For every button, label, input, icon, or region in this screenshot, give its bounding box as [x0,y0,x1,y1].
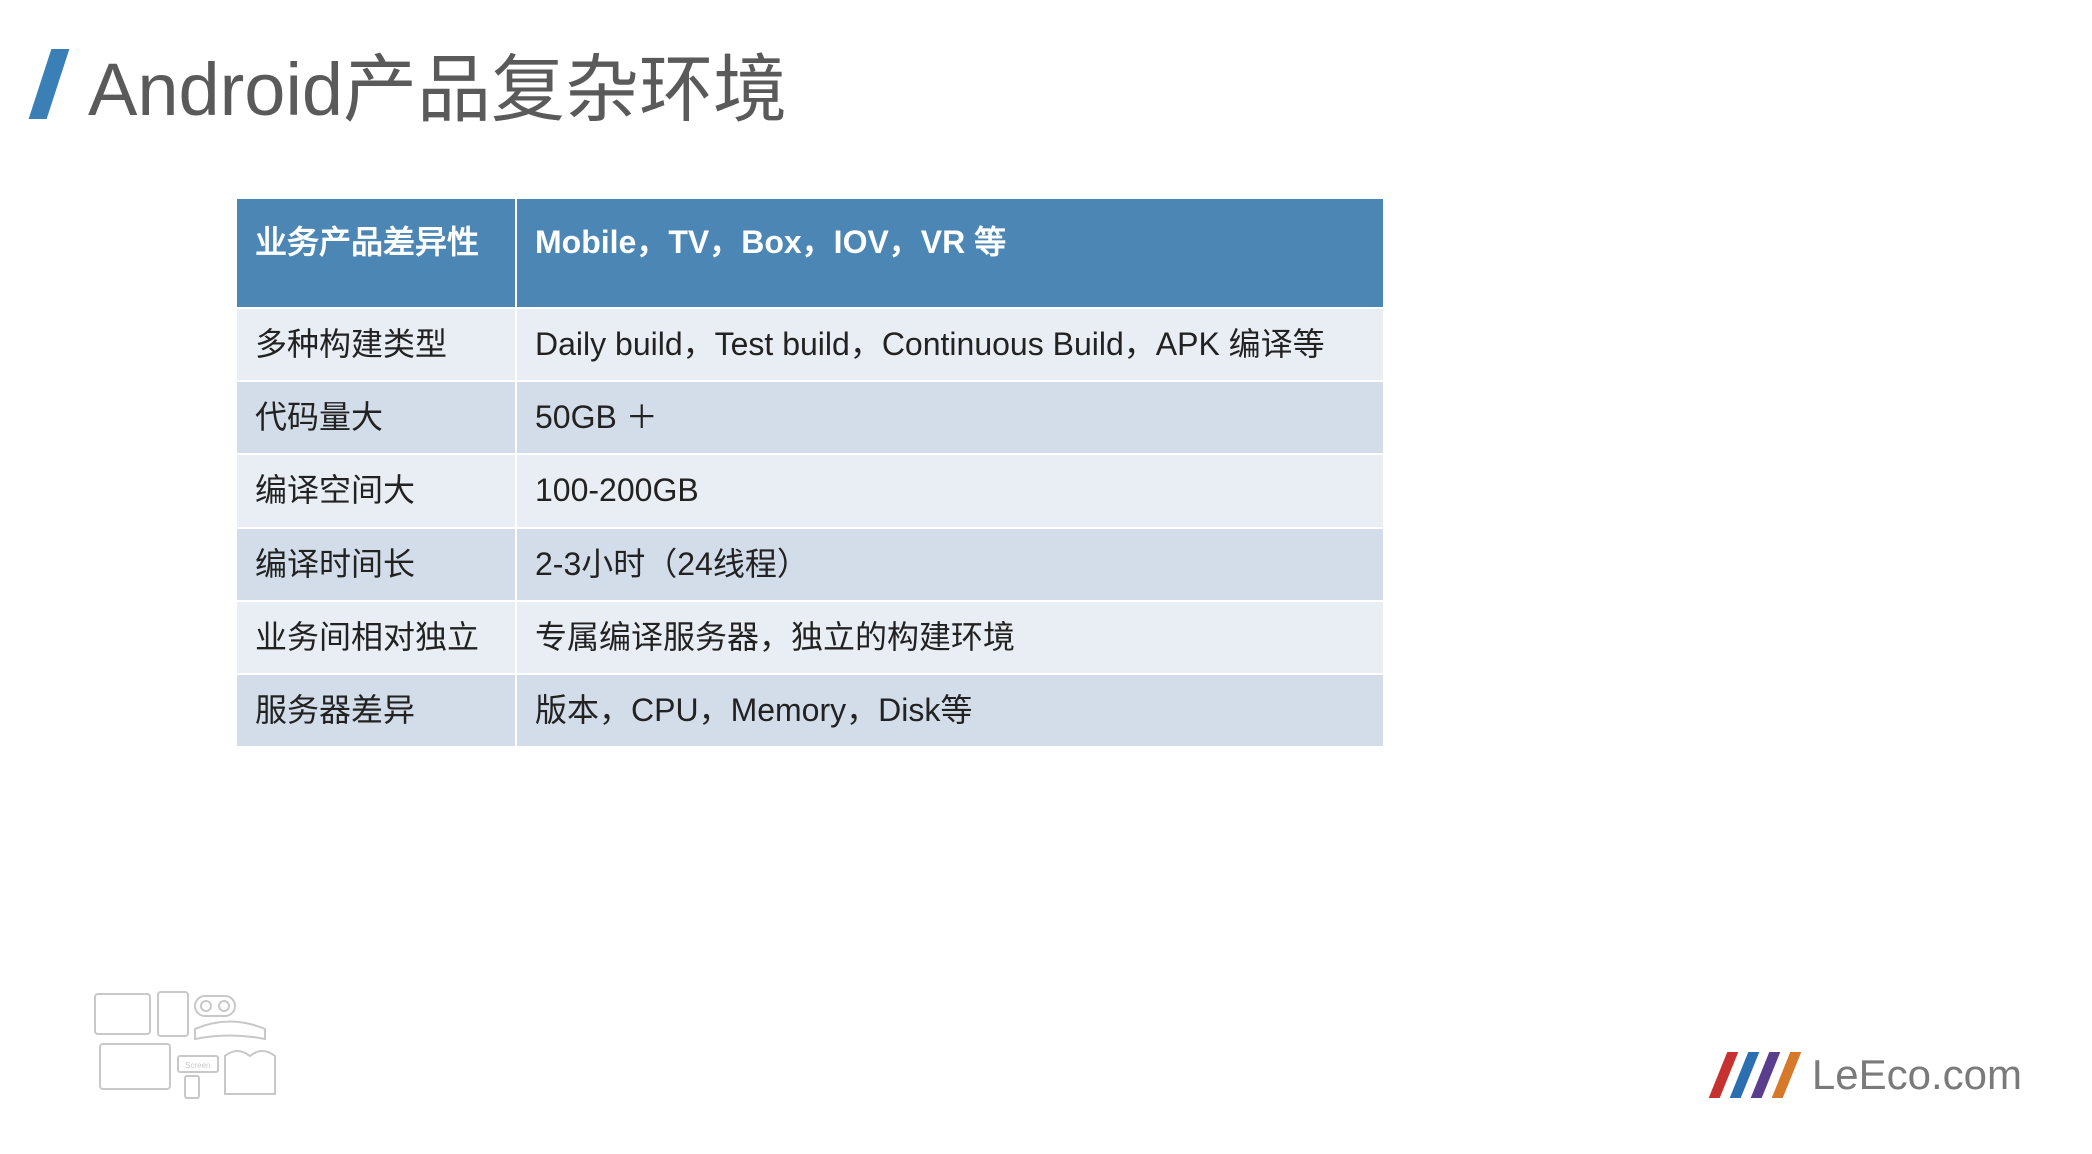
footer-brand: LeEco.com [1718,1051,2022,1099]
svg-text:Screen: Screen [185,1061,210,1070]
brand-text: LeEco.com [1812,1051,2022,1099]
content-table-wrap: 业务产品差异性 Mobile，TV，Box，IOV，VR 等 多种构建类型 Da… [235,197,1385,748]
devices-illustration-icon: Screen [90,984,290,1104]
table-row: 多种构建类型 Daily build，Test build，Continuous… [236,308,1384,381]
table-row: 代码量大 50GB ＋ [236,381,1384,454]
row-label: 服务器差异 [236,674,516,747]
row-value: 2-3小时（24线程） [516,528,1384,601]
row-value: 100-200GB [516,454,1384,527]
slide-title: Android产品复杂环境 [88,30,787,137]
content-table: 业务产品差异性 Mobile，TV，Box，IOV，VR 等 多种构建类型 Da… [235,197,1385,748]
table-row: 编译时间长 2-3小时（24线程） [236,528,1384,601]
row-label: 编译时间长 [236,528,516,601]
header-value: Mobile，TV，Box，IOV，VR 等 [516,198,1384,308]
slide-title-bar: Android产品复杂环境 [0,0,2092,157]
table-row: 服务器差异 版本，CPU，Memory，Disk等 [236,674,1384,747]
row-value: Daily build，Test build，Continuous Build，… [516,308,1384,381]
row-label: 代码量大 [236,381,516,454]
brand-slashes-icon [1718,1052,1792,1098]
row-value: 50GB ＋ [516,381,1384,454]
footer-devices-icon: Screen [90,984,290,1109]
row-label: 编译空间大 [236,454,516,527]
row-value: 版本，CPU，Memory，Disk等 [516,674,1384,747]
title-accent-slash [29,49,70,119]
row-label: 业务间相对独立 [236,601,516,674]
row-label: 多种构建类型 [236,308,516,381]
header-label: 业务产品差异性 [236,198,516,308]
row-value: 专属编译服务器，独立的构建环境 [516,601,1384,674]
table-row: 编译空间大 100-200GB [236,454,1384,527]
table-row: 业务间相对独立 专属编译服务器，独立的构建环境 [236,601,1384,674]
table-header-row: 业务产品差异性 Mobile，TV，Box，IOV，VR 等 [236,198,1384,308]
